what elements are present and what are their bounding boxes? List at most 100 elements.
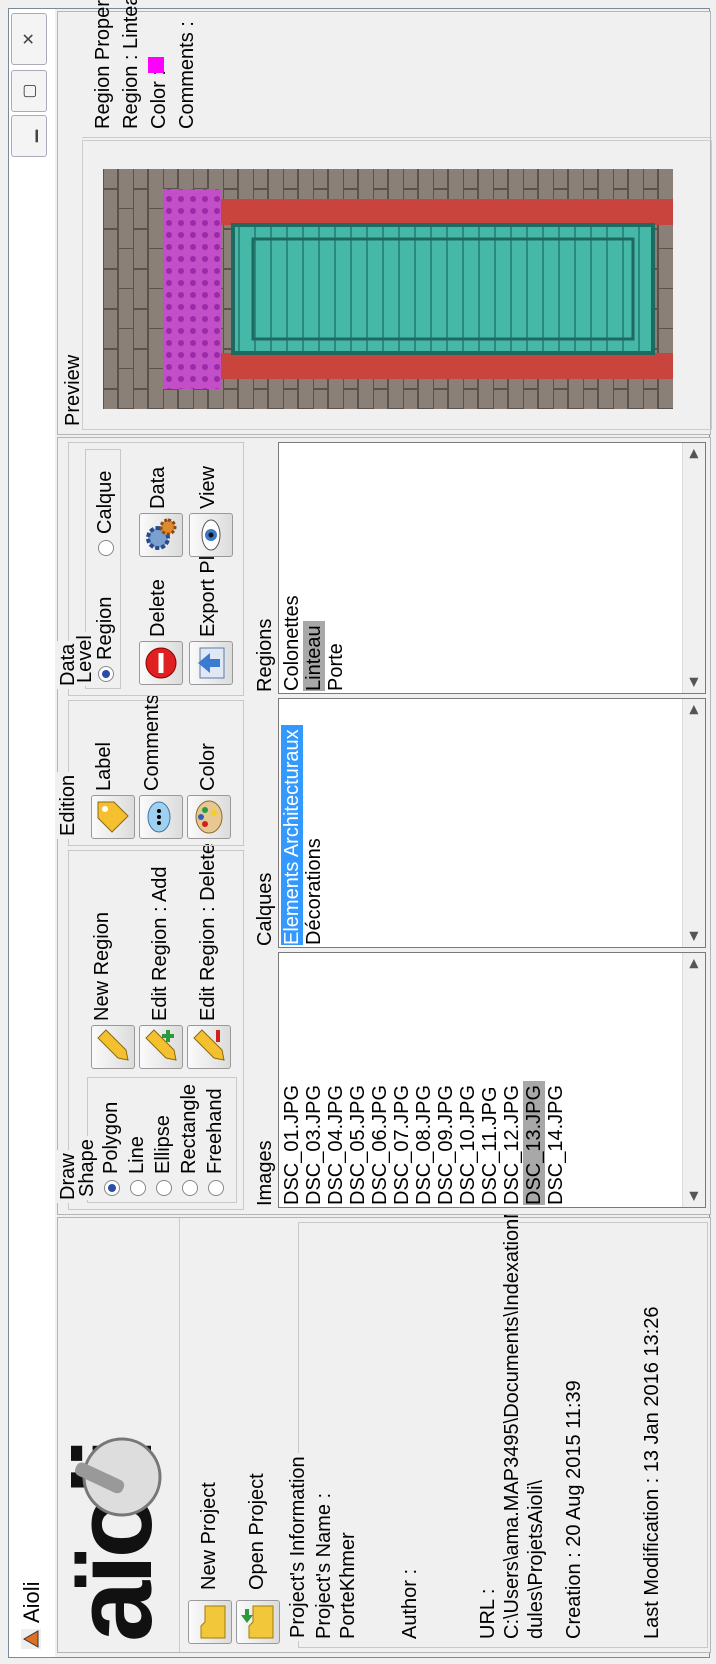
images-list-item[interactable]: DSC_05.JPG [347, 1081, 369, 1205]
calques-list-item[interactable]: Elements Architecturaux [281, 725, 303, 945]
level-calque-label: Calque [94, 470, 116, 534]
color-button[interactable] [187, 795, 231, 839]
preview-image[interactable] [103, 169, 673, 409]
export-icon [198, 647, 225, 679]
open-project-label[interactable]: Open Project [246, 1473, 269, 1590]
images-hscrollbar[interactable]: ◀ ▶ [682, 953, 705, 1207]
regions-list-item[interactable]: Colonettes [281, 591, 303, 691]
images-list-item[interactable]: DSC_04.JPG [325, 1081, 347, 1205]
regions-list[interactable]: Colonettes Linteau Porte ◀ ▶ [278, 442, 706, 694]
images-list-item[interactable]: DSC_08.JPG [413, 1081, 435, 1205]
images-list-item[interactable]: DSC_12.JPG [501, 1081, 523, 1205]
data-button[interactable] [139, 513, 183, 557]
new-project-button[interactable] [188, 1600, 232, 1644]
region-colonettes-left[interactable] [221, 353, 673, 379]
shape-heading: Shape [76, 1136, 99, 1200]
shape-rectangle-radio[interactable] [182, 1180, 198, 1196]
regions-hscrollbar[interactable]: ◀ ▶ [682, 443, 705, 693]
region-properties-heading: Region Properties [92, 0, 114, 129]
project-name-value: PorteKhmer [337, 1532, 359, 1639]
region-name: Region : Linteau [120, 0, 142, 129]
last-modification: Last Modification : 13 Jan 2016 13:26 [641, 1306, 663, 1639]
delete-label[interactable]: Delete [147, 579, 170, 637]
scroll-right-icon[interactable]: ▶ [686, 959, 700, 968]
comments-label: Comments : [176, 21, 198, 129]
label-button[interactable] [91, 795, 135, 839]
images-list[interactable]: DSC_01.JPG DSC_03.JPG DSC_04.JPG DSC_05.JPG… [278, 952, 706, 1208]
label-icon [97, 801, 129, 833]
project-panel: aïoli New Project Open Project Project's… [52, 1191, 711, 1653]
scroll-right-icon[interactable]: ▶ [686, 449, 700, 458]
region-porte[interactable] [231, 223, 655, 355]
calques-hscrollbar[interactable]: ◀ ▶ [682, 699, 705, 947]
scroll-left-icon[interactable]: ◀ [686, 1192, 700, 1201]
new-region-label[interactable]: New Region [91, 912, 114, 1021]
images-list-item[interactable]: DSC_10.JPG [457, 1081, 479, 1205]
comments-icon [147, 801, 171, 833]
calques-list[interactable]: Elements Architecturaux Décorations ◀ ▶ [278, 698, 706, 948]
images-list-item[interactable]: DSC_07.JPG [391, 1081, 413, 1205]
close-button[interactable]: ✕ [11, 13, 47, 65]
author-label: Author : [399, 1568, 421, 1639]
url-line1: C:\Users\ama.MAP3495\Documents\Indexatio… [501, 1191, 523, 1639]
export-ply-button[interactable] [189, 641, 233, 685]
url-line2: dules\ProjetsAioli\ [525, 1480, 547, 1639]
scroll-left-icon[interactable]: ◀ [686, 932, 700, 941]
scroll-left-icon[interactable]: ◀ [686, 678, 700, 687]
shape-line-radio[interactable] [130, 1180, 146, 1196]
edit-region-delete-label[interactable]: Edit Region : Delete [197, 843, 220, 1021]
close-icon: ✕ [21, 32, 38, 46]
images-list-item[interactable]: DSC_01.JPG [281, 1081, 303, 1205]
edit-region-add-button[interactable] [139, 1025, 183, 1069]
shape-freehand-radio[interactable] [208, 1180, 224, 1196]
maximize-button[interactable]: ▢ [11, 70, 47, 112]
calques-list-item[interactable]: Décorations [303, 834, 325, 945]
minimize-button[interactable]: ▁ [11, 115, 47, 157]
folder-icon [200, 1605, 226, 1639]
images-list-item[interactable]: DSC_03.JPG [303, 1081, 325, 1205]
draw-group: Draw Shape Polygon Line Ellipse Rectangl… [57, 843, 244, 1210]
view-label[interactable]: View [197, 466, 220, 509]
data-label[interactable]: Data [147, 467, 170, 509]
preview-panel: Preview Region Properties Region : Linte… [57, 0, 712, 435]
images-list-item[interactable]: DSC_06.JPG [369, 1081, 391, 1205]
view-button[interactable] [189, 513, 233, 557]
export-ply-label[interactable]: Export Ply [197, 546, 220, 637]
images-list-item[interactable]: DSC_09.JPG [435, 1081, 457, 1205]
regions-list-item[interactable]: Linteau [303, 621, 325, 691]
edit-region-delete-button[interactable] [187, 1025, 231, 1069]
delete-button[interactable] [139, 641, 183, 685]
open-project-button[interactable] [236, 1600, 280, 1644]
comments-button-label[interactable]: Comments [141, 694, 164, 791]
region-linteau[interactable] [163, 189, 221, 389]
shape-group: Shape Polygon Line Ellipse Rectangle Fre… [76, 1077, 237, 1203]
window-title: Aioli [19, 1581, 44, 1623]
region-properties: Region Properties Region : Linteau Color… [82, 0, 712, 138]
palette-icon [195, 800, 223, 834]
region-color-swatch [148, 57, 164, 73]
new-project-label[interactable]: New Project [198, 1482, 221, 1590]
edit-region-add-label[interactable]: Edit Region : Add [149, 866, 172, 1021]
project-info-heading: Project's Information [287, 1453, 310, 1641]
shape-polygon-radio[interactable] [104, 1180, 120, 1196]
label-button-label[interactable]: Label [93, 742, 116, 791]
shape-ellipse-label: Ellipse [152, 1115, 174, 1174]
pencil-add-icon [145, 1029, 177, 1061]
color-button-label[interactable]: Color [197, 743, 220, 791]
calques-heading: Calques [254, 872, 276, 946]
rotated-screen: Aioli ▁ ▢ ✕ aïoli New Project Open Proje… [0, 0, 716, 1664]
images-list-item[interactable]: DSC_13.JPG [523, 1080, 545, 1205]
images-list-item[interactable]: DSC_14.JPG [545, 1081, 567, 1205]
scroll-right-icon[interactable]: ▶ [686, 705, 700, 714]
new-region-button[interactable] [91, 1025, 135, 1069]
maximize-icon: ▢ [21, 83, 38, 99]
region-colonettes-right[interactable] [221, 199, 673, 225]
images-heading: Images [254, 1140, 276, 1206]
app-icon [21, 1629, 41, 1649]
comments-button[interactable] [139, 795, 183, 839]
level-region-radio[interactable] [98, 666, 114, 682]
level-calque-radio[interactable] [98, 540, 114, 556]
images-list-item[interactable]: DSC_11.JPG [479, 1082, 501, 1205]
regions-list-item[interactable]: Porte [325, 639, 347, 691]
shape-ellipse-radio[interactable] [156, 1180, 172, 1196]
